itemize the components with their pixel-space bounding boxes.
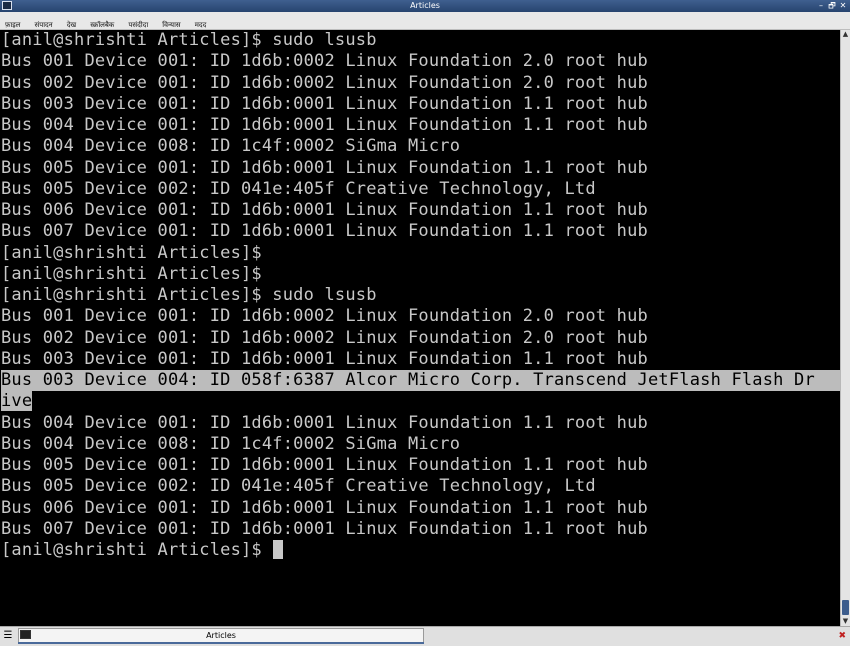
terminal-line: Bus 003 Device 001: ID 1d6b:0001 Linux F… xyxy=(1,93,648,114)
terminal-prompt-line: [anil@shrishti Articles]$ xyxy=(1,540,840,561)
scroll-up-icon[interactable]: ▲ xyxy=(841,30,850,39)
terminal-line-selected: Bus 003 Device 004: ID 058f:6387 Alcor M… xyxy=(1,370,840,392)
terminal-line: [anil@shrishti Articles]$ sudo lsusb xyxy=(1,30,377,50)
taskbar-item-label: Articles xyxy=(206,631,236,640)
launcher-icon[interactable]: ☰ xyxy=(1,629,15,643)
vertical-scrollbar[interactable]: ▲ ▼ xyxy=(840,30,850,626)
terminal-line: Bus 002 Device 001: ID 1d6b:0002 Linux F… xyxy=(1,72,648,93)
terminal-prompt: [anil@shrishti Articles]$ xyxy=(1,540,273,560)
terminal-task-icon xyxy=(20,630,31,639)
terminal-line: [anil@shrishti Articles]$ xyxy=(1,263,262,284)
terminal-line: Bus 004 Device 001: ID 1d6b:0001 Linux F… xyxy=(1,412,648,433)
tray-alert-icon[interactable]: ✖ xyxy=(838,631,846,641)
terminal-line: Bus 004 Device 001: ID 1d6b:0001 Linux F… xyxy=(1,115,648,135)
terminal-line: Bus 005 Device 001: ID 1d6b:0001 Linux F… xyxy=(1,455,648,475)
terminal-line: Bus 006 Device 001: ID 1d6b:0001 Linux F… xyxy=(1,497,648,518)
terminal-line: Bus 002 Device 001: ID 1d6b:0002 Linux F… xyxy=(1,327,648,348)
terminal-line: [anil@shrishti Articles]$ xyxy=(1,242,262,263)
terminal-line: Bus 003 Device 001: ID 1d6b:0001 Linux F… xyxy=(1,348,648,369)
text-cursor xyxy=(273,540,284,559)
terminal-line-selected-wrap: ive xyxy=(1,391,840,412)
window-title: Articles xyxy=(410,1,440,10)
close-icon[interactable]: ✕ xyxy=(838,0,848,12)
scrollbar-thumb[interactable] xyxy=(842,600,849,615)
terminal-line: Bus 004 Device 008: ID 1c4f:0002 SiGma M… xyxy=(1,136,461,157)
terminal-line: Bus 007 Device 001: ID 1d6b:0001 Linux F… xyxy=(1,221,648,242)
active-task-indicator xyxy=(18,642,424,644)
terminal-line: Bus 006 Device 001: ID 1d6b:0001 Linux F… xyxy=(1,200,648,220)
taskbar: ☰ Articles ✖ xyxy=(0,626,850,646)
terminal-line: [anil@shrishti Articles]$ sudo lsusb xyxy=(1,285,377,305)
scroll-down-icon[interactable]: ▼ xyxy=(841,617,850,626)
terminal-line: Bus 005 Device 001: ID 1d6b:0001 Linux F… xyxy=(1,157,648,178)
terminal-line: Bus 007 Device 001: ID 1d6b:0001 Linux F… xyxy=(1,518,648,539)
terminal-line: Bus 004 Device 008: ID 1c4f:0002 SiGma M… xyxy=(1,433,461,454)
terminal-line: Bus 001 Device 001: ID 1d6b:0002 Linux F… xyxy=(1,306,648,327)
terminal-output[interactable]: [anil@shrishti Articles]$ sudo lsusb Bus … xyxy=(0,30,840,626)
terminal-line: Bus 001 Device 001: ID 1d6b:0002 Linux F… xyxy=(1,51,648,72)
terminal-line: Bus 005 Device 002: ID 041e:405f Creativ… xyxy=(1,178,596,199)
window-titlebar[interactable]: Articles – 🗗 ✕ xyxy=(0,0,850,12)
minimize-icon[interactable]: – xyxy=(816,0,826,12)
terminal-line: Bus 005 Device 002: ID 041e:405f Creativ… xyxy=(1,476,596,497)
selected-wrap-text: ive xyxy=(1,391,33,412)
maximize-icon[interactable]: 🗗 xyxy=(827,0,837,12)
menu-bar: फ़ाइल संपादन देख स्क्रॉलबैक पसंदीदा विन्… xyxy=(0,12,850,30)
terminal-text: [anil@shrishti Articles]$ sudo lsusb Bus … xyxy=(0,30,840,561)
